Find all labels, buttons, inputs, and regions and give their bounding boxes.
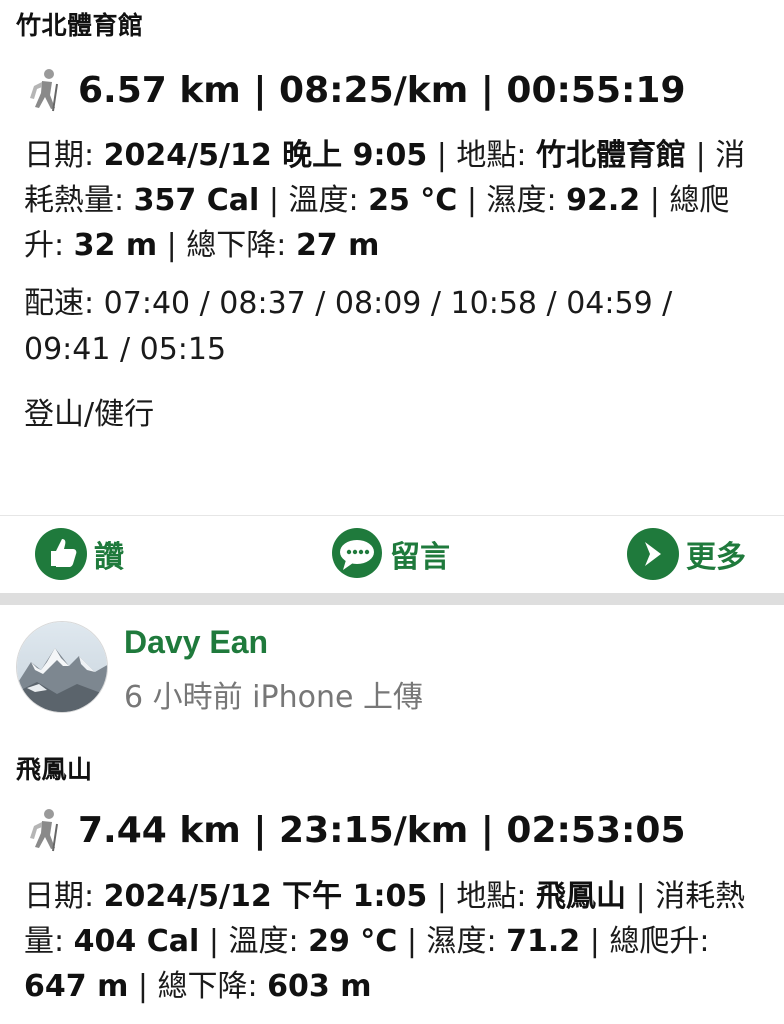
humidity-value: 71.2 <box>506 924 581 959</box>
humidity-label: | 濕度: <box>397 924 507 959</box>
comment-label: 留言 <box>390 540 450 575</box>
calories-value: 404 Cal <box>73 924 200 959</box>
date-value: 2024/5/12 晚上 9:05 <box>103 138 428 173</box>
hiker-icon <box>30 69 58 112</box>
location-value: 飛鳳山 <box>536 879 627 914</box>
activity-details: 日期: 2024/5/12 下午 1:05 | 地點: 飛鳳山 | 消耗熱量: … <box>24 874 768 1009</box>
pace-values: 07:40 / 08:37 / 08:09 / 10:58 / 04:59 / … <box>24 286 673 367</box>
temperature-value: 29 °C <box>308 924 398 959</box>
activity-type: 登山/健行 <box>24 397 155 432</box>
post-title: 竹北體育館 <box>16 11 144 40</box>
date-label: 日期: <box>24 138 104 173</box>
action-bar: 讚 留言 更多 <box>0 517 784 591</box>
comment-button[interactable]: 留言 <box>330 527 450 581</box>
thumbs-up-icon <box>35 528 87 580</box>
activity-stats: 6.57 km | 08:25/km | 00:55:19 <box>24 68 686 112</box>
humidity-value: 92.2 <box>566 183 641 218</box>
activity-details: 日期: 2024/5/12 晚上 9:05 | 地點: 竹北體育館 | 消耗熱量… <box>24 133 768 268</box>
like-label: 讚 <box>94 540 124 575</box>
activity-stats: 7.44 km | 23:15/km | 02:53:05 <box>24 808 686 852</box>
user-name[interactable]: Davy Ean <box>124 624 268 661</box>
divider <box>0 515 784 516</box>
ascent-label: | 總爬升: <box>580 924 710 959</box>
ascent-value: 32 m <box>73 228 158 263</box>
temperature-label: | 溫度: <box>259 183 369 218</box>
like-button[interactable]: 讚 <box>34 527 124 581</box>
stats-text: 6.57 km | 08:25/km | 00:55:19 <box>78 69 686 111</box>
ascent-value: 647 m <box>24 969 129 1004</box>
post-separator <box>0 593 784 605</box>
descent-value: 27 m <box>295 228 380 263</box>
post-title: 飛鳳山 <box>16 755 93 784</box>
descent-label: | 總下降: <box>128 969 268 1004</box>
more-label: 更多 <box>686 540 746 575</box>
temperature-value: 25 °C <box>368 183 458 218</box>
avatar[interactable] <box>16 621 108 713</box>
pace-splits: 配速: 07:40 / 08:37 / 08:09 / 10:58 / 04:5… <box>24 281 744 373</box>
calories-value: 357 Cal <box>133 183 260 218</box>
comment-bubble-icon <box>332 528 382 578</box>
mountain-avatar-image <box>17 622 107 712</box>
location-label: | 地點: <box>427 138 537 173</box>
date-label: 日期: <box>24 879 104 914</box>
hiker-icon <box>30 809 58 852</box>
descent-value: 603 m <box>267 969 372 1004</box>
humidity-label: | 濕度: <box>457 183 567 218</box>
location-label: | 地點: <box>427 879 537 914</box>
descent-label: | 總下降: <box>157 228 296 263</box>
temperature-label: | 溫度: <box>199 924 309 959</box>
arrow-right-icon <box>627 528 679 580</box>
pace-label: 配速: <box>24 286 104 321</box>
post-meta: 6 小時前 iPhone 上傳 <box>124 680 423 715</box>
location-value: 竹北體育館 <box>536 138 687 173</box>
date-value: 2024/5/12 下午 1:05 <box>103 879 428 914</box>
stats-text: 7.44 km | 23:15/km | 02:53:05 <box>78 809 686 851</box>
more-button[interactable]: 更多 <box>626 527 746 581</box>
